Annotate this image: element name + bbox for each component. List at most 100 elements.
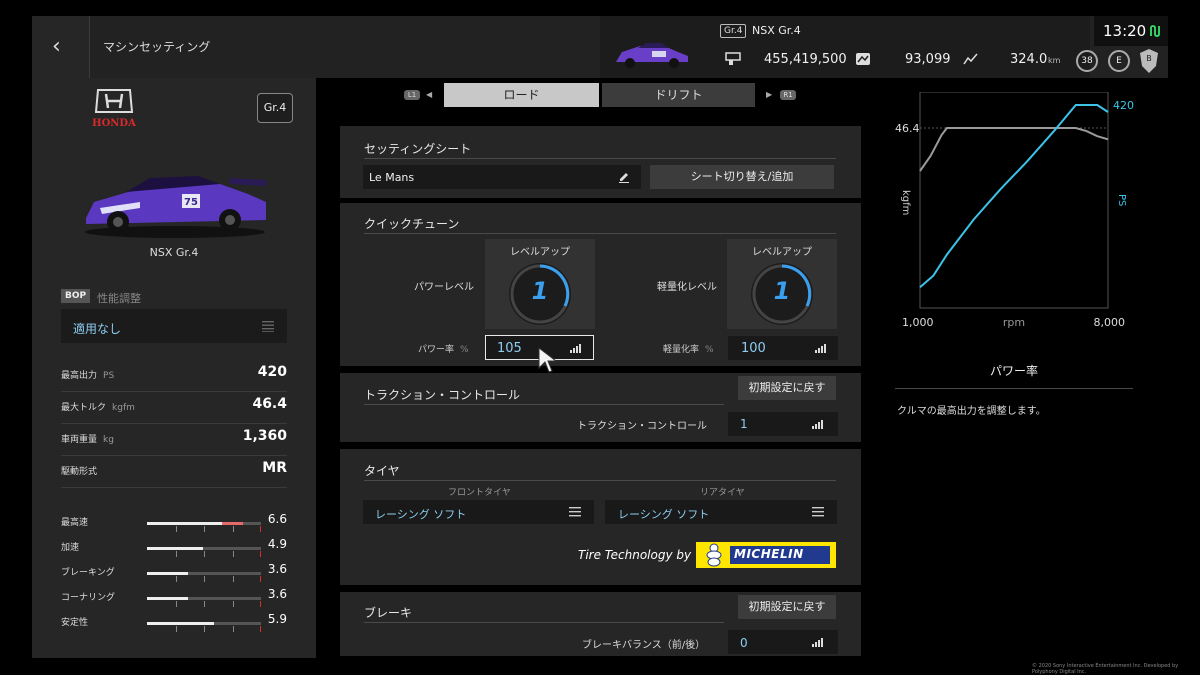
chart-frame: [919, 92, 1109, 309]
brakes-reset-button[interactable]: 初期設定に戻す: [738, 595, 836, 619]
bar-tick: [233, 626, 234, 632]
spec-row-power: 最高出力 PS 420: [61, 362, 287, 392]
front-tire-label: フロントタイヤ: [448, 488, 511, 498]
rating-value: 3.6: [267, 562, 287, 576]
x-max-tick: 8,000: [1094, 316, 1126, 329]
rating-label: ブレーキング: [61, 568, 115, 578]
rating-label: コーナリング: [61, 593, 116, 603]
rating-value: 3.6: [267, 587, 287, 601]
bar-tick: [204, 526, 205, 532]
rating-bar-fill: [147, 572, 188, 575]
tab-road[interactable]: ロード: [444, 83, 599, 107]
signal-bars-icon: [812, 420, 823, 429]
divider: [364, 158, 836, 159]
bar-tick: [204, 626, 205, 632]
bar-tick-max: [260, 526, 261, 532]
power-torque-chart: 46.4 420 kgfm PS 1,000 rpm 8,000: [895, 92, 1134, 329]
bar-tick-max: [260, 601, 261, 607]
rating-bar-track: [147, 522, 261, 532]
rear-tire-value: レーシング ソフト: [618, 508, 710, 521]
x-axis-label: rpm: [1003, 316, 1025, 329]
list-menu-icon: [262, 321, 274, 332]
edit-pencil-icon[interactable]: [618, 171, 630, 183]
rating-row: 加速 4.9: [61, 537, 287, 561]
brake-balance-value: 0: [740, 636, 748, 650]
bar-tick: [233, 526, 234, 532]
signal-bars-icon: [815, 344, 826, 353]
rating-row: 安定性 5.9: [61, 612, 287, 636]
bar-tick-max: [260, 551, 261, 557]
network-status-icon: [1150, 25, 1160, 37]
rating-bar-track: [147, 572, 261, 582]
weight-level-caption: レベルアップ: [752, 247, 812, 258]
rating-bar-gain: [222, 522, 243, 525]
left-arrow-icon: ◀: [426, 90, 433, 99]
bar-tick: [233, 551, 234, 557]
rating-value: 4.9: [267, 537, 287, 551]
front-tire-value: レーシング ソフト: [375, 508, 467, 521]
power-series-line: [919, 104, 1109, 289]
traction-title: トラクション・コントロール: [364, 388, 521, 402]
spec-value: 420: [257, 364, 287, 380]
rating-value: 5.9: [267, 612, 287, 626]
rating-bar-fill: [147, 547, 203, 550]
back-button[interactable]: [32, 16, 90, 78]
bar-tick: [176, 626, 177, 632]
divider: [364, 404, 724, 405]
top-speed-unit: km: [1048, 56, 1061, 65]
signal-bars-icon: [570, 344, 581, 353]
driver-level-badge: 38: [1076, 50, 1098, 72]
rating-bar-fill: [147, 597, 188, 600]
rating-e-badge: E: [1108, 50, 1130, 72]
tab-drift[interactable]: ドリフト: [602, 83, 755, 107]
odometer-icon: [856, 53, 870, 65]
rating-bar-track: [147, 547, 261, 557]
sheet-name: Le Mans: [369, 171, 415, 184]
power-level-dial[interactable]: レベルアップ 1: [485, 239, 595, 329]
bop-label: 性能調整: [97, 292, 141, 305]
copyright-text: © 2020 Sony Interactive Entertainment In…: [1032, 663, 1179, 675]
honda-logo-icon: HONDA: [92, 89, 136, 129]
divider: [895, 388, 1133, 389]
rear-tire-label: リアタイヤ: [700, 488, 745, 498]
graph-description: クルマの最高出力を調整します。: [897, 406, 1046, 417]
bar-tick: [204, 576, 205, 582]
rating-label: 最高速: [61, 518, 89, 528]
x-min-tick: 1,000: [902, 316, 934, 329]
switch-sheet-button[interactable]: シート切り替え/追加: [650, 165, 834, 189]
torque-axis-label: kgfm: [900, 190, 911, 215]
credits-icon: [725, 52, 741, 65]
bar-tick: [204, 551, 205, 557]
power-level-caption: レベルアップ: [510, 247, 570, 258]
rating-bar-track: [147, 597, 261, 607]
manner-rating-shield-icon: B: [1140, 49, 1158, 73]
brake-balance-label: ブレーキバランス（前/後）: [582, 640, 706, 651]
bar-tick: [176, 551, 177, 557]
signal-bars-icon: [812, 638, 823, 647]
traction-value: 1: [740, 417, 748, 431]
bar-tick: [176, 526, 177, 532]
bar-tick: [233, 601, 234, 607]
michelin-man-icon: [706, 543, 722, 567]
power-max-tick: 420: [1113, 99, 1134, 112]
power-level-value: 1: [531, 277, 549, 305]
setting-sheet-title: セッティングシート: [364, 142, 472, 156]
car-image: 75: [85, 176, 266, 238]
spec-row-torque: 最大トルク kgfm 46.4: [61, 394, 287, 424]
weight-ratio-value: 100: [741, 341, 766, 356]
divider: [364, 480, 836, 481]
spec-row-drivetrain: 駆動形式 MR: [61, 458, 287, 488]
bar-tick: [176, 601, 177, 607]
power-ratio-value: 105: [497, 341, 522, 356]
weight-level-dial[interactable]: レベルアップ 1: [727, 239, 837, 329]
bar-tick-max: [260, 626, 261, 632]
rating-value: 6.6: [267, 512, 287, 526]
traction-field-label: トラクション・コントロール: [577, 421, 707, 432]
tire-tech-text: Tire Technology by: [578, 548, 692, 562]
traction-reset-button[interactable]: 初期設定に戻す: [738, 376, 836, 400]
top-car-name: NSX Gr.4: [752, 24, 801, 37]
list-menu-icon: [569, 507, 581, 517]
brakes-title: ブレーキ: [364, 606, 413, 620]
divider: [364, 233, 836, 234]
michelin-wordmark: MICHELIN: [734, 547, 804, 561]
